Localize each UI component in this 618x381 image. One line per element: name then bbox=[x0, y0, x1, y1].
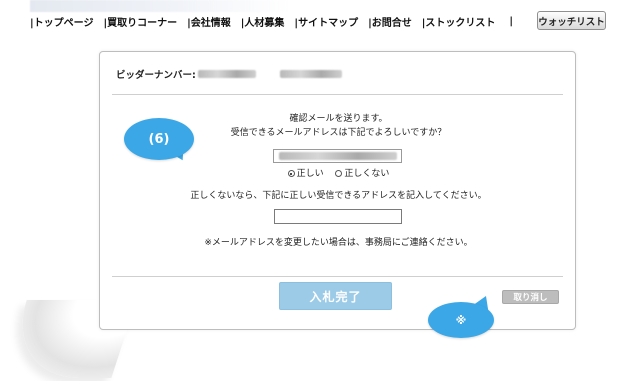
divider-bottom bbox=[112, 276, 563, 277]
step-annotation-bubble: (6) bbox=[124, 118, 194, 160]
divider-top bbox=[112, 94, 563, 95]
radio-incorrect-label: 正しくない bbox=[344, 169, 390, 179]
alternate-email-input[interactable] bbox=[274, 209, 402, 224]
nav-trailing-separator: | bbox=[509, 15, 514, 27]
bidder-number-redacted bbox=[197, 70, 256, 78]
radio-correct[interactable] bbox=[287, 170, 295, 177]
nav-item-buyback[interactable]: |買取りコーナー bbox=[103, 14, 177, 29]
nav-item-company[interactable]: |会社情報 bbox=[187, 14, 231, 29]
top-nav: |トップページ |買取りコーナー |会社情報 |人材募集 |サイトマップ |お問… bbox=[30, 14, 514, 29]
watchlist-button[interactable]: ウォッチリスト bbox=[537, 11, 606, 30]
radio-correct-label: 正しい bbox=[296, 169, 324, 179]
email-correct-radio-group: 正しい 正しくない bbox=[100, 166, 577, 179]
header-watermark bbox=[30, 0, 290, 12]
registered-email-field bbox=[273, 149, 402, 163]
submit-bid-button[interactable]: 入札完了 bbox=[279, 282, 392, 310]
change-email-note: ※メールアドレスを変更したい場合は、事務局にご連絡ください。 bbox=[204, 238, 473, 248]
nav-item-sitemap[interactable]: |サイトマップ bbox=[294, 14, 358, 29]
bidder-name-redacted bbox=[279, 70, 342, 78]
cancel-button[interactable]: 取り消し bbox=[502, 290, 559, 304]
radio-incorrect[interactable] bbox=[335, 170, 343, 177]
note-annotation-bubble: ※ bbox=[428, 302, 494, 338]
nav-item-contact[interactable]: |お問合せ bbox=[368, 14, 412, 29]
alternate-email-instruction: 正しくないなら、下記に正しい受信できるアドレスを記入してください。 bbox=[190, 191, 487, 201]
nav-item-recruit[interactable]: |人材募集 bbox=[241, 14, 285, 29]
nav-item-stocklist[interactable]: |ストックリスト bbox=[422, 14, 496, 29]
nav-item-top[interactable]: |トップページ bbox=[30, 14, 93, 29]
email-confirm-dialog: ビッダーナンバー: 確認メールを送ります。 受信できるメールアドレスは下記でよろ… bbox=[99, 51, 576, 330]
registered-email-redacted bbox=[278, 152, 397, 160]
bidder-number-row: ビッダーナンバー: bbox=[116, 66, 342, 82]
bidder-number-label: ビッダーナンバー: bbox=[116, 70, 196, 81]
